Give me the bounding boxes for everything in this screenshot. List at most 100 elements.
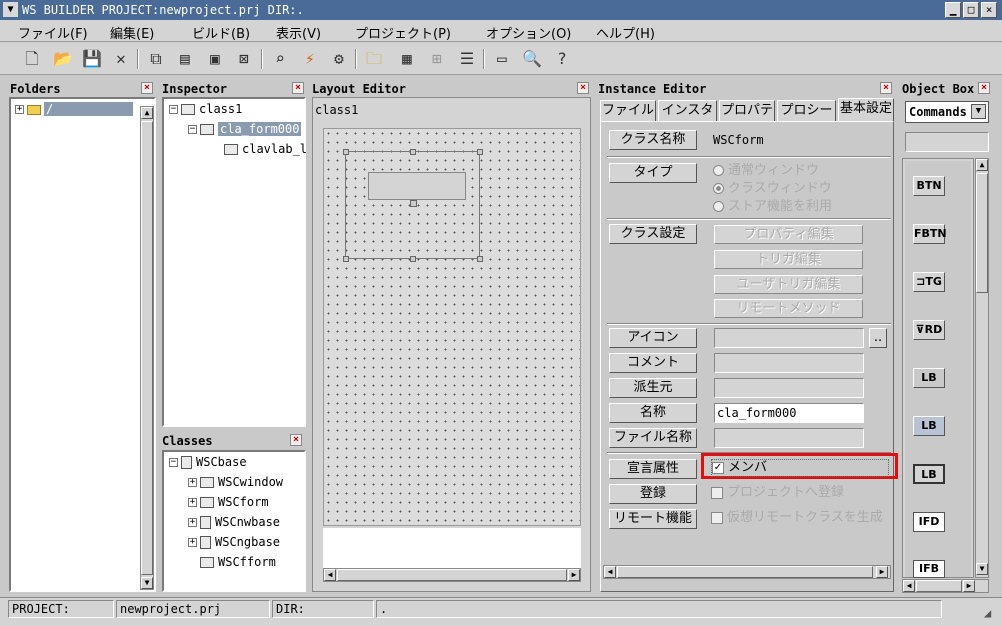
declaration-label[interactable]: 宣言属性	[609, 459, 697, 479]
scroll-thumb[interactable]	[916, 580, 962, 592]
tree-item-label[interactable]: cla_form000	[218, 122, 302, 136]
scroll-left-icon[interactable]: ◀	[903, 580, 915, 592]
class-settings-label[interactable]: クラス設定	[609, 224, 697, 244]
scroll-right-icon[interactable]: ▶	[876, 566, 888, 578]
new-file-icon[interactable]: 🗋	[20, 47, 44, 71]
preview-icon[interactable]: ▭	[490, 47, 514, 71]
scroll-thumb[interactable]	[337, 569, 567, 581]
close-window-icon[interactable]: ⊠	[232, 47, 256, 71]
icon-label[interactable]: アイコン	[609, 328, 697, 348]
resize-handle[interactable]	[410, 256, 416, 262]
derived-label[interactable]: 派生元	[609, 378, 697, 398]
resize-handle[interactable]	[343, 256, 349, 262]
menu-file[interactable]: ファイル(F)	[18, 23, 88, 42]
menu-project[interactable]: プロジェクト(P)	[355, 23, 451, 42]
layout-icon[interactable]: ⊞	[425, 47, 449, 71]
tree-item-label[interactable]: WSCnwbase	[215, 515, 280, 529]
member-checkbox-row[interactable]: ✓ メンバ	[711, 459, 889, 477]
remote-method-button[interactable]: リモートメソッド	[714, 299, 863, 318]
expand-icon[interactable]: +	[188, 498, 197, 507]
form-widget[interactable]	[343, 149, 483, 262]
objectbox-vscrollbar[interactable]: ▲ ▼	[975, 158, 989, 578]
name-field[interactable]: cla_form000	[714, 403, 864, 423]
tree-item[interactable]: − cla_form000	[164, 119, 304, 139]
type-option-normal[interactable]: 通常ウィンドウ	[713, 162, 832, 180]
expand-icon[interactable]: +	[188, 538, 197, 547]
type-option-store[interactable]: ストア機能を利用	[713, 198, 832, 216]
scroll-right-icon[interactable]: ▶	[963, 580, 975, 592]
delete-icon[interactable]: ✕	[109, 47, 133, 71]
folders-scrollbar[interactable]: ▲ ▼	[140, 106, 154, 590]
scroll-right-icon[interactable]: ▶	[568, 569, 580, 581]
help-icon[interactable]: ?	[550, 47, 574, 71]
close-icon[interactable]: ×	[981, 2, 997, 18]
menu-view[interactable]: 表示(V)	[276, 23, 321, 42]
search-window-icon[interactable]: ⌕	[268, 47, 292, 71]
object-lb-3[interactable]: LB	[913, 464, 945, 484]
expand-icon[interactable]: +	[188, 518, 197, 527]
menu-build[interactable]: ビルド(B)	[192, 23, 250, 42]
layout-hscrollbar[interactable]: ◀ ▶	[323, 568, 581, 582]
tree-item[interactable]: + WSCwindow	[164, 472, 304, 492]
close-objectbox-icon[interactable]: ×	[978, 82, 990, 94]
tree-item-label[interactable]: WSCwindow	[218, 475, 283, 489]
object-ifb[interactable]: IFB	[913, 560, 945, 578]
chevron-down-icon[interactable]: ▼	[971, 104, 986, 119]
inspector-tree[interactable]: − class1 − cla_form000 clavlab_l	[162, 97, 307, 427]
scroll-down-icon[interactable]: ▼	[976, 563, 988, 575]
register-checkbox-row[interactable]: プロジェクトへ登録	[711, 484, 844, 502]
print-preview-icon[interactable]: 🔍	[520, 47, 544, 71]
folder-root-label[interactable]: /	[44, 102, 134, 116]
close-instance-icon[interactable]: ×	[880, 82, 892, 94]
scroll-left-icon[interactable]: ◀	[324, 569, 336, 581]
type-label[interactable]: タイプ	[609, 163, 697, 183]
icon-browse-button[interactable]: ..	[869, 328, 887, 348]
folder-root-row[interactable]: + /	[11, 99, 154, 119]
tab-procedures[interactable]: プロシー	[777, 100, 836, 122]
object-lb[interactable]: LB	[913, 368, 945, 388]
expand-icon[interactable]: +	[188, 478, 197, 487]
object-rd[interactable]: ⊽RD	[913, 320, 945, 340]
objectbox-search-field[interactable]	[905, 132, 989, 152]
name-label[interactable]: 名称	[609, 403, 697, 423]
run-icon[interactable]: ⚙	[327, 47, 351, 71]
comment-field[interactable]	[714, 353, 864, 373]
resize-handle[interactable]	[343, 149, 349, 155]
category-select[interactable]: Commands ▼	[905, 101, 989, 123]
object-ifd[interactable]: IFD	[913, 512, 945, 532]
menu-options[interactable]: オプション(O)	[486, 23, 571, 42]
scroll-down-icon[interactable]: ▼	[141, 577, 153, 589]
tree-item[interactable]: WSCfform	[164, 552, 304, 572]
menu-edit[interactable]: 編集(E)	[110, 23, 154, 42]
expand-icon[interactable]: +	[15, 105, 24, 114]
tree-item[interactable]: − class1	[164, 99, 304, 119]
tab-properties[interactable]: プロパテ	[719, 100, 775, 122]
edit-triggers-button[interactable]: トリガ編集	[714, 250, 863, 269]
folders-tree[interactable]: + /	[9, 97, 156, 592]
window-menu-icon[interactable]: ▼	[3, 2, 18, 17]
minimize-icon[interactable]: ▁	[945, 2, 961, 18]
checkbox-icon[interactable]	[711, 511, 723, 524]
classes-tree[interactable]: − WSCbase + WSCwindow + WSCform + WSCnwbase …	[162, 450, 306, 592]
project-folder-icon[interactable]: 🗀	[362, 47, 386, 71]
icon-field[interactable]	[714, 328, 864, 348]
scroll-thumb[interactable]	[976, 173, 988, 293]
radio-icon[interactable]	[713, 165, 724, 176]
tree-item-label[interactable]: WSCfform	[218, 555, 276, 569]
resize-handle[interactable]	[410, 200, 417, 207]
class-name-label[interactable]: クラス名称	[609, 130, 697, 150]
resize-handle[interactable]	[410, 149, 416, 155]
layout-canvas[interactable]	[323, 128, 581, 526]
object-tg[interactable]: ⊐TG	[913, 272, 945, 292]
instance-hscrollbar[interactable]: ◀ ▶	[603, 565, 891, 579]
tree-item[interactable]: + WSCnwbase	[164, 512, 304, 532]
register-label[interactable]: 登録	[609, 484, 697, 504]
filename-field[interactable]	[714, 428, 864, 448]
remote-label[interactable]: リモート機能	[609, 509, 697, 529]
build-icon[interactable]: ⚡	[298, 47, 322, 71]
tree-item-label[interactable]: WSCngbase	[215, 535, 280, 549]
filename-label[interactable]: ファイル名称	[609, 428, 697, 448]
object-lb-2[interactable]: LB	[913, 416, 945, 436]
grid-icon[interactable]: ▦	[395, 47, 419, 71]
tree-item-label[interactable]: class1	[199, 102, 242, 116]
